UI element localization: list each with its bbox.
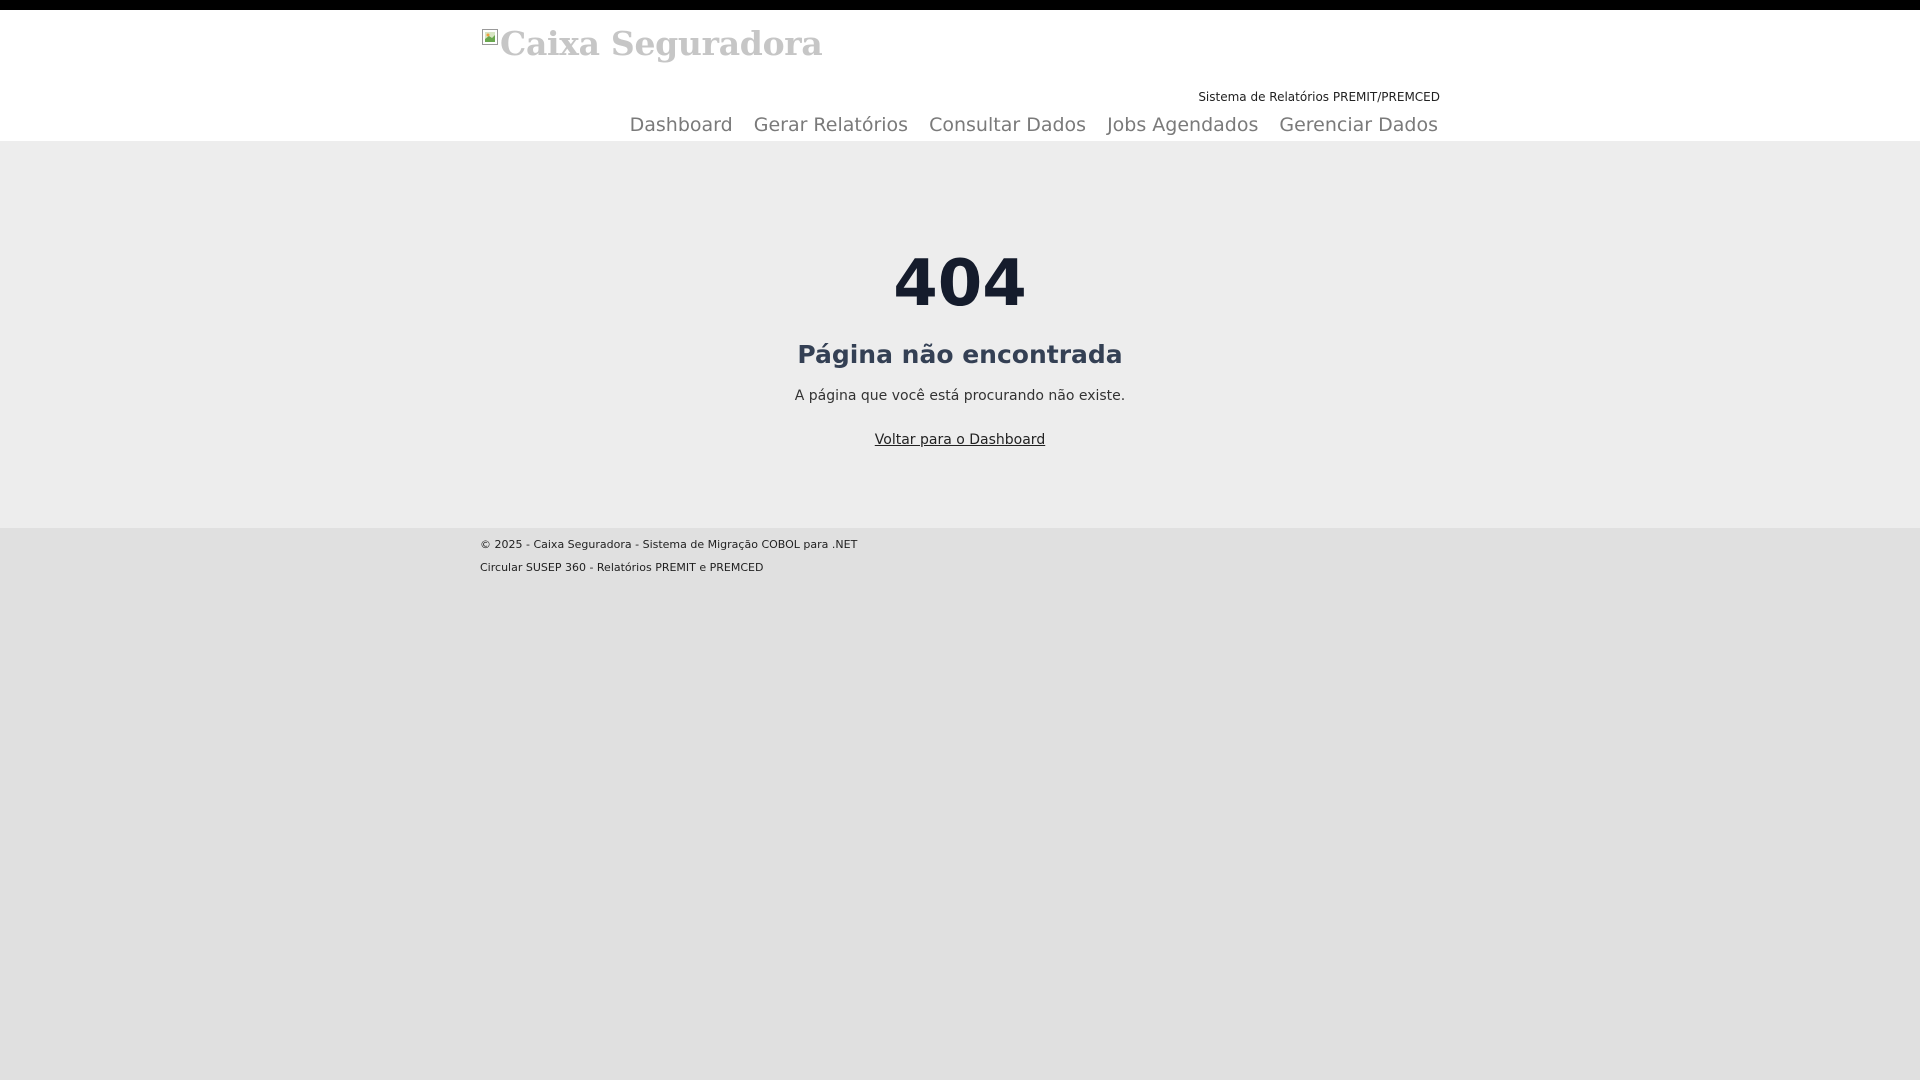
nav-gerenciar-dados[interactable]: Gerenciar Dados (1279, 114, 1438, 136)
system-subtitle: Sistema de Relatórios PREMIT/PREMCED (1198, 90, 1440, 104)
top-bar (0, 0, 1920, 10)
error-title: Página não encontrada (797, 340, 1123, 369)
site-header: Caixa Seguradora Sistema de Relatórios P… (0, 10, 1920, 141)
error-message: A página que você está procurando não ex… (794, 388, 1126, 404)
broken-image-icon (482, 28, 498, 45)
site-footer: © 2025 - Caixa Seguradora - Sistema de M… (480, 538, 857, 584)
error-code: 404 (893, 247, 1027, 321)
nav-dashboard[interactable]: Dashboard (630, 114, 733, 136)
main-nav: Dashboard Gerar Relatórios Consultar Dad… (630, 114, 1438, 136)
logo-alt-text: Caixa Seguradora (500, 24, 823, 63)
footer-copyright: © 2025 - Caixa Seguradora - Sistema de M… (480, 538, 858, 551)
error-section: 404 Página não encontrada A página que v… (0, 141, 1920, 528)
nav-gerar-relatorios[interactable]: Gerar Relatórios (754, 114, 908, 136)
back-link-container: Voltar para o Dashboard (0, 429, 1920, 448)
back-to-dashboard-link[interactable]: Voltar para o Dashboard (875, 432, 1045, 448)
nav-jobs-agendados[interactable]: Jobs Agendados (1107, 114, 1258, 136)
logo[interactable]: Caixa Seguradora (482, 24, 823, 63)
nav-consultar-dados[interactable]: Consultar Dados (929, 114, 1086, 136)
footer-note: Circular SUSEP 360 - Relatórios PREMIT e… (480, 561, 764, 574)
